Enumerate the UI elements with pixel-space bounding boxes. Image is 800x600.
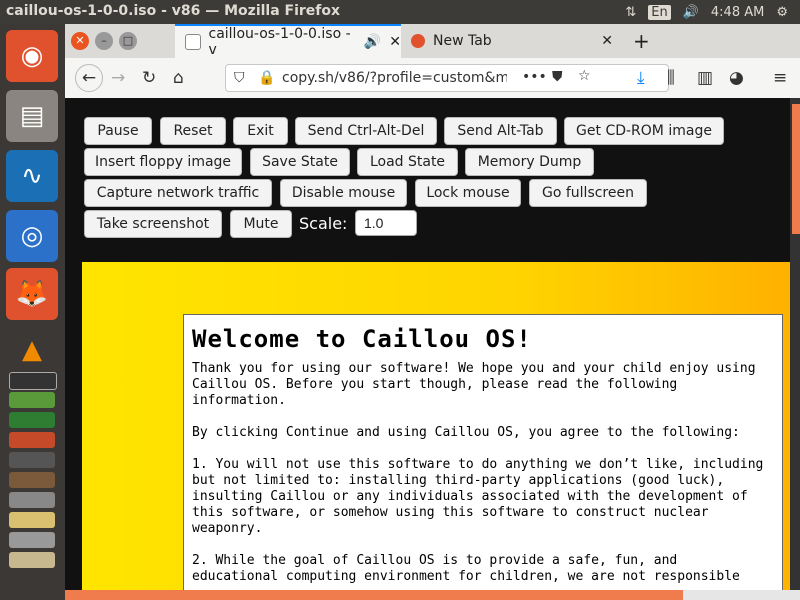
maximize-window-button[interactable]: □ [119, 32, 137, 50]
pause-button[interactable]: Pause [84, 117, 152, 145]
tab-bar: ✕ – □ caillou-os-1-0-0.iso - v 🔊 ✕ New T… [65, 24, 800, 58]
insecure-lock-icon[interactable]: 🔒 [258, 70, 275, 86]
bookmark-star-icon[interactable]: ☆ [578, 68, 591, 84]
scrollbar-thumb[interactable] [792, 104, 800, 234]
system-tray: ⇅ En 🔊 4:48 AM ⚙ [625, 0, 800, 24]
send-alt-tab-button[interactable]: Send Alt-Tab [444, 117, 557, 145]
take-screenshot-button[interactable]: Take screenshot [84, 210, 222, 238]
forward-arrow-icon[interactable]: → [111, 68, 125, 88]
memory-dump-button[interactable]: Memory Dump [465, 148, 594, 176]
clock[interactable]: 4:48 AM [711, 5, 764, 20]
intro-paragraph: Thank you for using our software! We hop… [192, 361, 756, 408]
reset-button[interactable]: Reset [160, 117, 226, 145]
download-icon[interactable]: ⤓ [637, 68, 645, 88]
app-icon[interactable] [9, 532, 55, 548]
firefox-favicon-icon [411, 34, 425, 48]
mute-button[interactable]: Mute [230, 210, 292, 238]
tab-label: caillou-os-1-0-0.iso - v [208, 26, 351, 58]
agreement-paragraph: By clicking Continue and using Caillou O… [192, 425, 740, 440]
app-icon[interactable] [9, 472, 55, 488]
ubuntu-dash-icon[interactable]: ◉ [6, 30, 58, 82]
new-tab-button[interactable]: + [633, 24, 657, 58]
system-top-bar: caillou-os-1-0-0.iso - v86 — Mozilla Fir… [0, 0, 800, 24]
close-tab-icon[interactable]: ✕ [389, 34, 401, 50]
save-state-button[interactable]: Save State [250, 148, 350, 176]
files-icon[interactable]: ▤ [6, 90, 58, 142]
window-title: caillou-os-1-0-0.iso - v86 — Mozilla Fir… [6, 3, 341, 19]
send-ctrl-alt-del-button[interactable]: Send Ctrl-Alt-Del [295, 117, 437, 145]
load-state-button[interactable]: Load State [357, 148, 458, 176]
disable-mouse-button[interactable]: Disable mouse [280, 179, 407, 207]
network-icon[interactable]: ⇅ [625, 5, 636, 20]
terms-item-1: 1. You will not use this software to do … [192, 457, 764, 536]
insert-floppy-image-button[interactable]: Insert floppy image [84, 148, 242, 176]
menu-icon[interactable]: ≡ [773, 68, 787, 88]
navigation-bar: ← → ↻ ⌂ ⛉ 🔒 copy.sh/v86/?profile=custom&… [65, 58, 800, 99]
app-icon[interactable] [9, 432, 55, 448]
system-monitor-icon[interactable]: ∿ [6, 150, 58, 202]
page-actions-icon[interactable]: ••• [522, 69, 547, 85]
go-fullscreen-button[interactable]: Go fullscreen [529, 179, 647, 207]
url-bar[interactable]: ⛉ 🔒 copy.sh/v86/?profile=custom&m= ••• ⛊… [225, 64, 669, 92]
close-tab-icon[interactable]: ✕ [601, 33, 613, 49]
capture-network-traffic-button[interactable]: Capture network traffic [84, 179, 272, 207]
tab-label: New Tab [433, 33, 492, 49]
settings-gear-icon[interactable]: ⚙ [776, 5, 788, 20]
firefox-icon[interactable]: 🦊 [6, 268, 58, 320]
get-cdrom-image-button[interactable]: Get CD-ROM image [564, 117, 724, 145]
back-arrow-icon[interactable]: ← [75, 64, 103, 92]
pocket-icon[interactable]: ⛊ [552, 69, 563, 85]
chromium-icon[interactable]: ◎ [6, 210, 58, 262]
keyboard-language-indicator[interactable]: En [648, 4, 671, 20]
horizontal-scrollbar[interactable] [65, 590, 800, 600]
minimize-window-button[interactable]: – [95, 32, 113, 50]
tab-caillou[interactable]: caillou-os-1-0-0.iso - v 🔊 ✕ [175, 24, 401, 58]
scale-input[interactable] [355, 210, 417, 236]
emulator-screen[interactable]: Welcome to Caillou OS! Thank you for usi… [82, 262, 800, 594]
app-icon[interactable] [9, 552, 55, 568]
shield-icon[interactable]: ⛉ [234, 70, 245, 86]
reload-icon[interactable]: ↻ [142, 68, 156, 88]
page-content: Pause Reset Exit Send Ctrl-Alt-Del Send … [65, 98, 800, 594]
sidebar-icon[interactable]: ▥ [697, 68, 713, 88]
close-window-button[interactable]: ✕ [71, 32, 89, 50]
page-favicon-icon [185, 34, 201, 50]
speaker-icon[interactable]: 🔊 [364, 34, 381, 50]
scrollbar-track [683, 590, 800, 600]
library-icon[interactable]: ⫼ [667, 68, 675, 88]
launcher: ◉ ▤ ∿ ◎ 🦊 ▲ [0, 24, 65, 600]
spreadsheet-icon[interactable] [9, 392, 55, 408]
url-text[interactable]: copy.sh/v86/?profile=custom&m= [282, 70, 507, 86]
tab-new-tab[interactable]: New Tab ✕ [401, 24, 623, 58]
app-icon[interactable] [9, 512, 55, 528]
app-icon[interactable] [9, 492, 55, 508]
welcome-heading: Welcome to Caillou OS! [192, 325, 532, 353]
scale-label: Scale: [299, 214, 348, 233]
volume-icon[interactable]: 🔊 [683, 5, 699, 20]
terms-item-2: 2. While the goal of Caillou OS is to pr… [192, 553, 740, 584]
terminal-icon[interactable] [9, 372, 57, 390]
account-icon[interactable]: ◕ [729, 68, 744, 88]
welcome-dialog: Welcome to Caillou OS! Thank you for usi… [183, 314, 783, 594]
vlc-icon[interactable]: ▲ [6, 324, 58, 376]
home-icon[interactable]: ⌂ [173, 68, 184, 88]
app-icon[interactable] [9, 452, 55, 468]
lock-mouse-button[interactable]: Lock mouse [415, 179, 521, 207]
exit-button[interactable]: Exit [233, 117, 288, 145]
app-icon[interactable] [9, 412, 55, 428]
page-scrollbar[interactable] [790, 98, 800, 590]
